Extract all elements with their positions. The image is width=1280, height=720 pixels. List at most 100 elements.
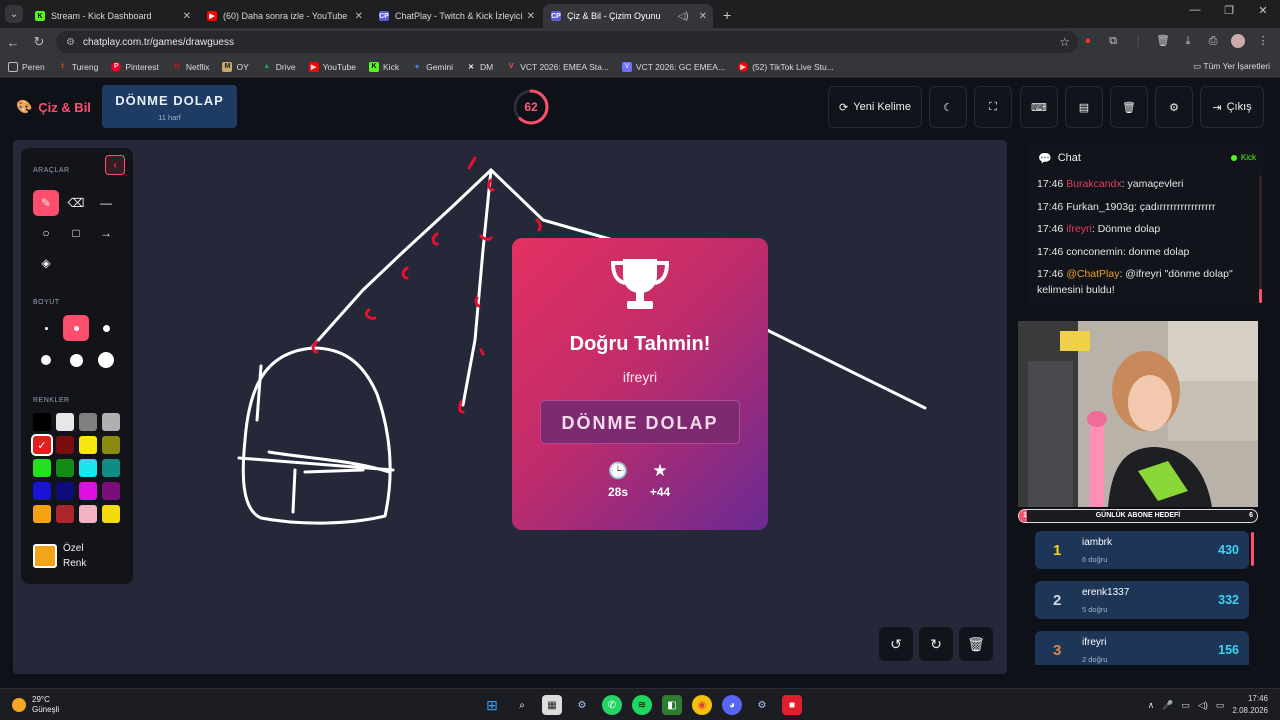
app-logo[interactable]: 🎨 Çiz & Bil: [16, 99, 91, 115]
line-tool[interactable]: —: [93, 190, 119, 216]
scroll-thumb[interactable]: [1259, 289, 1262, 303]
bookmark-gemini[interactable]: ✦ Gemini: [412, 62, 453, 72]
color-swatch[interactable]: ✓: [31, 434, 53, 456]
size-option-4[interactable]: [33, 347, 59, 373]
close-tab-icon[interactable]: ✕: [183, 11, 191, 22]
extensions-puzzle-icon[interactable]: ⧉: [1106, 34, 1120, 48]
battery-icon[interactable]: ▭: [1216, 700, 1225, 711]
color-swatch[interactable]: [33, 413, 51, 431]
fullscreen-button[interactable]: ⛶: [974, 86, 1012, 128]
close-tab-icon[interactable]: ✕: [527, 11, 535, 22]
steam-app-icon[interactable]: ⚙: [752, 695, 772, 715]
bookmark-kick[interactable]: K Kick: [369, 61, 399, 72]
minimize-icon[interactable]: —: [1178, 4, 1212, 17]
delete-button[interactable]: 🗑: [1110, 86, 1148, 128]
bookmark-drive[interactable]: ▲ Drive: [262, 62, 295, 72]
steam-icon[interactable]: ⚙: [572, 695, 592, 715]
msg-user[interactable]: Furkan_1903g: [1066, 201, 1134, 213]
bookmark-star-icon[interactable]: ☆: [1059, 35, 1070, 49]
arrow-tool[interactable]: →: [93, 220, 119, 246]
extension-shield-icon[interactable]: ●: [1081, 34, 1095, 48]
maximize-icon[interactable]: ❐: [1212, 4, 1246, 17]
speaker-icon[interactable]: ◁): [678, 11, 689, 22]
browser-tab-youtube[interactable]: ▶ (60) Daha sonra izle - YouTube ✕: [199, 4, 369, 28]
clear-canvas-button[interactable]: 🗑: [959, 627, 993, 661]
color-swatch[interactable]: [56, 482, 74, 500]
all-bookmarks[interactable]: ▭ Tüm Yer İşaretleri: [1193, 61, 1270, 72]
color-swatch[interactable]: [79, 413, 97, 431]
leaderboard-scroll-thumb[interactable]: [1251, 532, 1254, 566]
profile-avatar-icon[interactable]: [1231, 34, 1245, 48]
new-tab-button[interactable]: +: [723, 7, 731, 23]
network-icon[interactable]: ▭: [1181, 700, 1190, 711]
rectangle-tool[interactable]: □: [63, 220, 89, 246]
size-option-2[interactable]: [63, 315, 89, 341]
weather-widget[interactable]: 29°C Güneşli: [12, 695, 59, 715]
msg-user[interactable]: Burakcandx: [1066, 178, 1121, 190]
trash-extension-icon[interactable]: 🗑: [1156, 34, 1170, 48]
start-windows-icon[interactable]: ⊞: [482, 695, 502, 715]
reload-icon[interactable]: ↻: [26, 34, 52, 50]
bookmark-dm[interactable]: ✕ DM: [466, 62, 493, 72]
theme-toggle-button[interactable]: ☾: [929, 86, 967, 128]
browser-tab-active[interactable]: CP Çiz & Bil - Çizim Oyunu ◁) ✕: [543, 4, 713, 28]
spotify-icon[interactable]: ≋: [632, 695, 652, 715]
bookmark-vct-emea[interactable]: V VCT 2026: EMEA Sta...: [506, 62, 609, 72]
microphone-icon[interactable]: 🎤: [1162, 700, 1173, 711]
tray-chevron-icon[interactable]: ∧: [1148, 700, 1155, 711]
bookmark-pinterest[interactable]: P Pinterest: [111, 61, 159, 72]
keyboard-button[interactable]: ⌨: [1020, 86, 1058, 128]
color-swatch[interactable]: [33, 482, 51, 500]
close-tab-icon[interactable]: ✕: [699, 11, 707, 22]
undo-button[interactable]: ↺: [879, 627, 913, 661]
color-swatch[interactable]: [33, 505, 51, 523]
print-icon[interactable]: ⎙: [1206, 34, 1220, 48]
fill-tool[interactable]: ◈: [33, 250, 59, 276]
search-icon[interactable]: ⌕: [512, 695, 532, 715]
circle-tool[interactable]: ○: [33, 220, 59, 246]
file-explorer-icon[interactable]: ▦: [542, 695, 562, 715]
color-swatch[interactable]: [56, 459, 74, 477]
whatsapp-icon[interactable]: ✆: [602, 695, 622, 715]
color-swatch[interactable]: [102, 436, 120, 454]
collapse-tools-button[interactable]: ‹: [105, 155, 125, 175]
color-swatch[interactable]: [33, 459, 51, 477]
volume-icon[interactable]: ◁): [1198, 700, 1208, 711]
color-swatch[interactable]: [102, 413, 120, 431]
color-swatch[interactable]: [56, 505, 74, 523]
size-option-1[interactable]: [33, 315, 59, 341]
clock[interactable]: 17:46 2.08.2026: [1232, 693, 1268, 717]
color-swatch[interactable]: [79, 459, 97, 477]
browser-tab-chatplay[interactable]: CP ChatPlay - Twitch & Kick İzleyici ✕: [371, 4, 541, 28]
color-swatch[interactable]: [102, 459, 120, 477]
tab-search-button[interactable]: ⌄: [5, 5, 23, 23]
url-field[interactable]: ⚙ chatplay.com.tr/games/drawguess ☆: [56, 31, 1078, 53]
app-green-icon[interactable]: ◧: [662, 695, 682, 715]
custom-color-button[interactable]: Özel Renk: [33, 540, 121, 572]
red-app-icon[interactable]: ■: [782, 695, 802, 715]
new-word-button[interactable]: ⟳ Yeni Kelime: [828, 86, 922, 128]
browser-tab-kick[interactable]: K Stream - Kick Dashboard ✕: [27, 4, 197, 28]
eraser-tool[interactable]: ⌫: [63, 190, 89, 216]
close-tab-icon[interactable]: ✕: [355, 11, 363, 22]
bookmark-oy[interactable]: M OY: [222, 61, 249, 72]
bookmark-tiktok[interactable]: ▶ (52) TikTok Live Stu...: [738, 61, 834, 72]
color-swatch[interactable]: [79, 505, 97, 523]
discord-icon[interactable]: ◕: [722, 695, 742, 715]
bookmark-vct-gc[interactable]: V VCT 2026: GC EMEA...: [621, 61, 725, 72]
color-swatch[interactable]: [102, 482, 120, 500]
drawing-canvas[interactable]: ARAÇLAR ‹ ✎ ⌫ — ○ □ → ◈ BOYUT RENKLER ✓ …: [13, 140, 1007, 674]
exit-button[interactable]: ⇥ Çıkış: [1200, 86, 1264, 128]
msg-user[interactable]: ifreyri: [1066, 223, 1092, 235]
close-window-icon[interactable]: ✕: [1246, 4, 1280, 17]
chat-scrollbar[interactable]: [1259, 175, 1262, 303]
color-swatch[interactable]: [56, 413, 74, 431]
size-option-5[interactable]: [63, 347, 89, 373]
chrome-icon[interactable]: ◉: [692, 695, 712, 715]
size-option-3[interactable]: [93, 315, 119, 341]
msg-user[interactable]: conconemin: [1066, 246, 1123, 258]
color-swatch[interactable]: [79, 436, 97, 454]
redo-button[interactable]: ↻: [919, 627, 953, 661]
color-swatch[interactable]: [79, 482, 97, 500]
color-swatch[interactable]: [56, 436, 74, 454]
